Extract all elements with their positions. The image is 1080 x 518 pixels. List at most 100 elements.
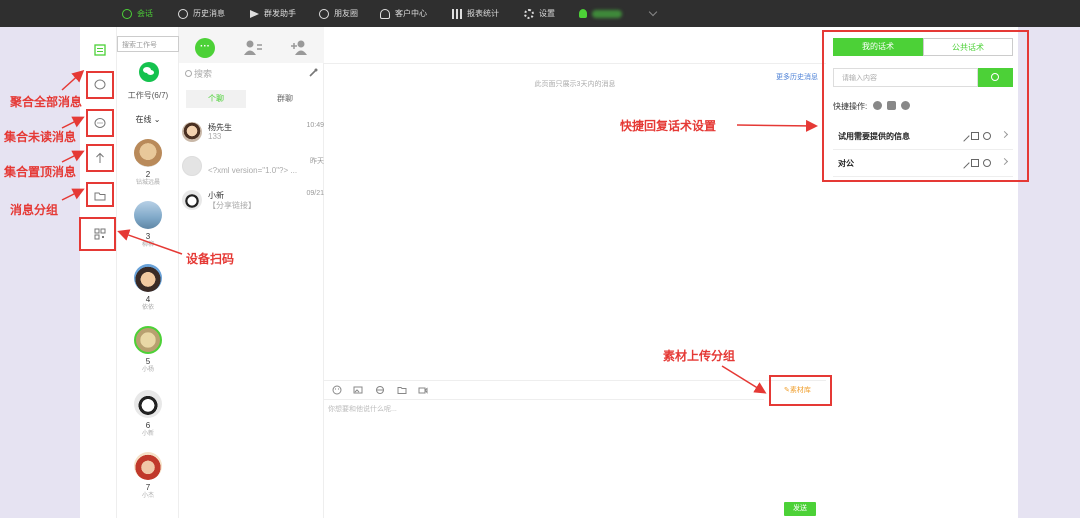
nav-settings-label: 设置 [539, 9, 555, 18]
bar-chart-icon [452, 8, 462, 19]
conversation-item[interactable]: 杨先生 133 10:49 [179, 120, 324, 152]
divider [324, 380, 826, 381]
conversation-time: 10:49 [306, 122, 324, 129]
annotation-box [86, 109, 114, 137]
video-icon[interactable] [418, 385, 428, 395]
contacts-icon[interactable] [244, 40, 262, 56]
nav-broadcast-label: 群发助手 [264, 9, 296, 18]
folder-icon[interactable] [397, 385, 407, 395]
user-name-blurred[interactable] [592, 10, 622, 18]
conversation-item[interactable]: <?xml version="1.0"?> ... 昨天 [179, 154, 324, 186]
worker-name: 柳柳 [141, 242, 154, 248]
nav-settings[interactable]: 设置 [524, 0, 555, 27]
link-icon[interactable] [375, 385, 385, 395]
avatar [182, 156, 202, 176]
nav-broadcast[interactable]: 群发助手 [250, 0, 296, 27]
avatar [134, 452, 162, 480]
worker-number: 3 [145, 232, 151, 241]
conversation-time: 昨天 [310, 158, 324, 165]
conversation-item[interactable]: 小新 【分享链接】 09/21 [179, 188, 324, 220]
nav-reports-label: 报表统计 [467, 9, 499, 18]
conversation-search-input[interactable]: 搜索 [179, 64, 324, 82]
emoji-icon[interactable] [332, 385, 342, 395]
worker-name: 小新 [141, 431, 154, 437]
annotation-device-scan: 设备扫码 [186, 252, 235, 266]
annotation-box [86, 182, 114, 207]
pin-icon[interactable] [308, 68, 318, 78]
annotation-box [769, 375, 832, 406]
annotation-box [822, 30, 1029, 182]
worker-name: 依依 [141, 305, 154, 311]
worker-search-input[interactable]: 搜索工作号 [117, 36, 179, 52]
nav-customers[interactable]: 客户中心 [380, 0, 427, 27]
person-icon [380, 8, 390, 19]
worker-number: 6 [145, 421, 151, 430]
conversation-time: 09/21 [306, 190, 324, 197]
nav-history-label: 历史消息 [193, 9, 225, 18]
divider [324, 63, 826, 64]
filter-rail [80, 27, 117, 518]
send-icon [250, 9, 259, 18]
tab-chats[interactable]: ··· [195, 38, 215, 58]
worker-number: 4 [145, 295, 151, 304]
gear-icon [524, 8, 534, 19]
annotation-quick-reply: 快捷回复话术设置 [620, 119, 717, 133]
user-icon [579, 9, 587, 18]
search-icon [185, 70, 192, 77]
chat-bubble-icon [122, 8, 132, 19]
image-icon[interactable] [353, 385, 363, 395]
annotation-box [86, 71, 114, 99]
worker-item[interactable]: 5 小杨 [117, 326, 179, 374]
worker-item[interactable]: 4 依依 [117, 264, 179, 312]
nav-history[interactable]: 历史消息 [178, 0, 225, 27]
clock-icon [178, 8, 188, 19]
search-placeholder: 搜索 [194, 69, 213, 79]
avatar [134, 264, 162, 292]
nav-chat[interactable]: 会话 [122, 0, 153, 27]
divider [324, 399, 764, 400]
annotation-message-group: 消息分组 [10, 203, 59, 217]
worker-item[interactable]: 2 钻城远晨 [117, 139, 179, 187]
worker-count: 工作号(6/7) [127, 91, 169, 100]
chat-window [324, 27, 826, 518]
avatar [134, 201, 162, 229]
tab-private-chats[interactable]: 个聊 [186, 90, 246, 108]
add-friend-icon[interactable] [290, 40, 310, 56]
worker-item[interactable]: 3 柳柳 [117, 201, 179, 249]
worker-number: 2 [145, 170, 151, 179]
tab-group-chats[interactable]: 群聊 [255, 90, 315, 108]
status-label: 在线 [135, 115, 152, 124]
worker-name: 小杰 [141, 493, 154, 499]
avatar [182, 190, 202, 210]
message-input[interactable]: 你想要和他说什么呢... [328, 404, 397, 414]
chevron-down-icon: ⌄ [153, 115, 161, 124]
annotation-box [79, 217, 116, 251]
nav-moments-label: 朋友圈 [334, 9, 358, 18]
conversation-preview: 【分享链接】 [208, 201, 256, 210]
nav-moments[interactable]: 朋友圈 [319, 0, 358, 27]
worker-name: 小杨 [141, 367, 154, 373]
annotation-box [86, 144, 114, 172]
avatar [134, 390, 162, 418]
worker-number: 5 [145, 357, 151, 366]
avatar [182, 122, 202, 142]
annotation-material-upload: 素材上传分组 [663, 349, 736, 363]
send-button[interactable]: 发送 [784, 502, 816, 516]
status-dropdown[interactable]: 在线 ⌄ [117, 114, 179, 125]
worker-name: 钻城远晨 [135, 180, 160, 186]
nav-chat-label: 会话 [137, 9, 153, 18]
annotation-merge-pinned: 集合置顶消息 [4, 165, 77, 179]
camera-icon [319, 8, 329, 19]
notes-icon [94, 44, 106, 56]
nav-customers-label: 客户中心 [395, 9, 427, 18]
worker-item[interactable]: 7 小杰 [117, 452, 179, 500]
annotation-merge-all: 聚合全部消息 [10, 95, 83, 109]
wechat-logo-icon [139, 62, 159, 82]
more-history-link[interactable]: 更多历史消息 [776, 72, 818, 82]
avatar [134, 139, 162, 167]
conversation-preview: <?xml version="1.0"?> ... [208, 166, 298, 175]
nav-reports[interactable]: 报表统计 [452, 0, 499, 27]
worker-item[interactable]: 6 小新 [117, 390, 179, 438]
notes-button[interactable] [88, 38, 112, 62]
avatar [134, 326, 162, 354]
